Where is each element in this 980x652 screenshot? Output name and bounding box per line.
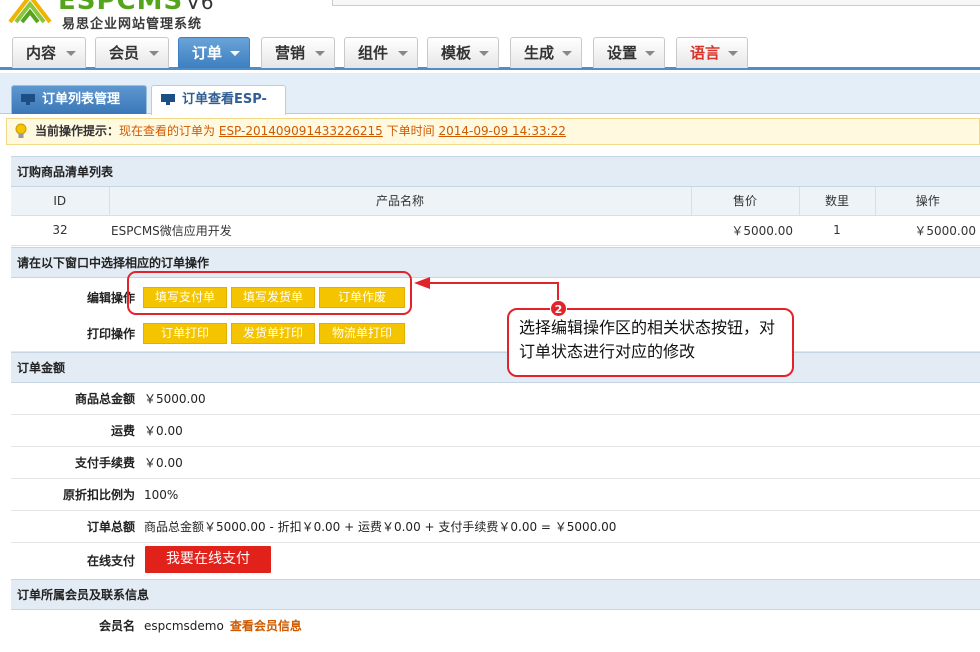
row-value: espcmsdemo 查看会员信息	[144, 610, 302, 642]
order-number-link[interactable]: ESP-201409091433226215	[219, 124, 383, 138]
online-payment-row: 在线支付 我要在线支付	[11, 543, 980, 579]
logo[interactable]: ESPCMS V6 易思企业网站管理系统	[6, 0, 216, 34]
row-label: 运费	[110, 423, 135, 438]
pay-online-button[interactable]: 我要在线支付	[145, 545, 271, 573]
row-value: ￥0.00	[144, 455, 183, 470]
chevron-down-icon	[398, 51, 408, 56]
row-label: 在线支付	[86, 553, 135, 568]
row-value: ￥5000.00	[144, 391, 206, 406]
row-label: 会员名	[98, 618, 135, 633]
nav-tab-label: 内容	[26, 44, 57, 62]
monitor-icon	[21, 94, 35, 105]
print-logistics-note-button[interactable]: 物流单打印	[319, 322, 405, 344]
tip-text: 现在查看的订单为	[119, 124, 216, 138]
nav-tab-label: 模板	[441, 44, 472, 62]
row-label: 支付手续费	[74, 455, 135, 470]
nav-tab-settings[interactable]: 设置	[593, 37, 665, 68]
amount-row-discount: 原折扣比例为 100%	[11, 479, 980, 511]
table-header-row: ID 产品名称 售价 数里 操作	[11, 187, 980, 216]
nav-tab-label: 设置	[607, 44, 638, 62]
logo-mark-icon	[8, 0, 52, 24]
logo-subtitle: 易思企业网站管理系统	[62, 17, 203, 32]
nav-tab-generate[interactable]: 生成	[510, 37, 582, 68]
nav-tab-label: 营销	[275, 44, 306, 62]
highlight-box	[127, 271, 412, 315]
nav-tab-marketing[interactable]: 营销	[261, 37, 335, 68]
lightbulb-icon	[15, 123, 27, 138]
print-operations-label: 打印操作	[86, 326, 135, 341]
cell-quantity: 1	[799, 215, 875, 246]
cell-product-name: ESPCMS微信应用开发	[109, 215, 691, 246]
tip-lead: 当前操作提示：	[35, 124, 120, 138]
cell-total: ￥5000.00	[875, 215, 980, 246]
nav-tab-label: 语言	[690, 44, 721, 62]
row-label: 订单总额	[86, 519, 135, 534]
monitor-icon	[161, 94, 175, 105]
chevron-down-icon	[230, 51, 240, 56]
row-value: ￥0.00	[144, 423, 183, 438]
amount-row-goods-total: 商品总金额 ￥5000.00	[11, 383, 980, 415]
chevron-down-icon	[315, 51, 325, 56]
section-header-member: 订单所属会员及联系信息	[11, 578, 980, 610]
nav-tab-orders[interactable]: 订单	[178, 37, 250, 68]
section-header-amount: 订单金额	[11, 351, 980, 383]
amount-row-order-total: 订单总额 商品总金额￥5000.00 - 折扣￥0.00 + 运费￥0.00 +…	[11, 511, 980, 543]
column-header: 产品名称	[109, 187, 692, 216]
section-header-products: 订购商品清单列表	[11, 156, 980, 187]
chevron-down-icon	[645, 51, 655, 56]
nav-tab-language[interactable]: 语言	[676, 37, 748, 68]
member-name: espcmsdemo	[144, 618, 224, 633]
edit-operations-label: 编辑操作	[86, 290, 135, 305]
main-nav: 内容 会员 订单 营销 组件 模板 生成 设置 语言	[0, 34, 980, 70]
view-member-link[interactable]: 查看会员信息	[230, 619, 302, 633]
header: ESPCMS V6 易思企业网站管理系统	[0, 0, 980, 34]
cell-price: ￥5000.00	[691, 215, 799, 246]
step-badge: 2	[550, 300, 567, 317]
row-label: 商品总金额	[74, 391, 135, 406]
sub-tabs-bar: 订单列表管理 订单查看ESP-	[0, 73, 980, 115]
print-operations-row: 打印操作 订单打印 发货单打印 物流单打印	[11, 318, 980, 352]
nav-tab-label: 生成	[524, 44, 555, 62]
amount-row-shipping: 运费 ￥0.00	[11, 415, 980, 447]
column-header: 操作	[875, 187, 980, 216]
nav-tab-label: 组件	[358, 44, 389, 62]
column-header: 数里	[799, 187, 876, 216]
order-time-link[interactable]: 2014-09-09 14:33:22	[438, 124, 565, 138]
tip-text: 下单时间	[386, 124, 435, 138]
products-table: ID 产品名称 售价 数里 操作 32 ESPCMS微信应用开发 ￥5000.0…	[11, 187, 980, 246]
nav-tab-label: 会员	[109, 44, 140, 62]
annotation-callout: 选择编辑操作区的相关状态按钮，对订单状态进行对应的修改	[507, 308, 794, 377]
order-detail: 订购商品清单列表 ID 产品名称 售价 数里 操作 32 ESPCMS微信应用开…	[11, 156, 980, 642]
nav-tab-components[interactable]: 组件	[344, 37, 418, 68]
row-label: 原折扣比例为	[62, 487, 135, 502]
top-toolbar	[332, 0, 980, 6]
chevron-down-icon	[479, 51, 489, 56]
tab-order-view[interactable]: 订单查看ESP-	[151, 85, 286, 115]
amount-row-payment-fee: 支付手续费 ￥0.00	[11, 447, 980, 479]
print-delivery-note-button[interactable]: 发货单打印	[231, 322, 315, 344]
nav-tab-templates[interactable]: 模板	[427, 37, 499, 68]
logo-version: V6	[186, 0, 215, 14]
cell-id: 32	[11, 215, 109, 246]
member-name-row: 会员名 espcmsdemo 查看会员信息	[11, 610, 980, 642]
tab-label: 订单列表管理	[42, 92, 121, 107]
tab-label: 订单查看ESP-	[182, 92, 267, 107]
chevron-down-icon	[66, 51, 76, 56]
table-row: 32 ESPCMS微信应用开发 ￥5000.00 1 ￥5000.00	[11, 215, 980, 246]
column-header: 售价	[691, 187, 800, 216]
row-value: 100%	[144, 487, 179, 502]
column-header: ID	[11, 187, 110, 216]
tab-order-list-manage[interactable]: 订单列表管理	[11, 85, 147, 114]
chevron-down-icon	[728, 51, 738, 56]
chevron-down-icon	[149, 51, 159, 56]
row-value: 商品总金额￥5000.00 - 折扣￥0.00 + 运费￥0.00 + 支付手续…	[144, 519, 617, 534]
nav-tab-content[interactable]: 内容	[12, 37, 86, 68]
nav-tab-label: 订单	[192, 44, 223, 62]
operation-tip: 当前操作提示：现在查看的订单为 ESP-201409091433226215 下…	[6, 118, 980, 145]
print-order-button[interactable]: 订单打印	[143, 322, 227, 344]
nav-tab-members[interactable]: 会员	[95, 37, 169, 68]
chevron-down-icon	[562, 51, 572, 56]
